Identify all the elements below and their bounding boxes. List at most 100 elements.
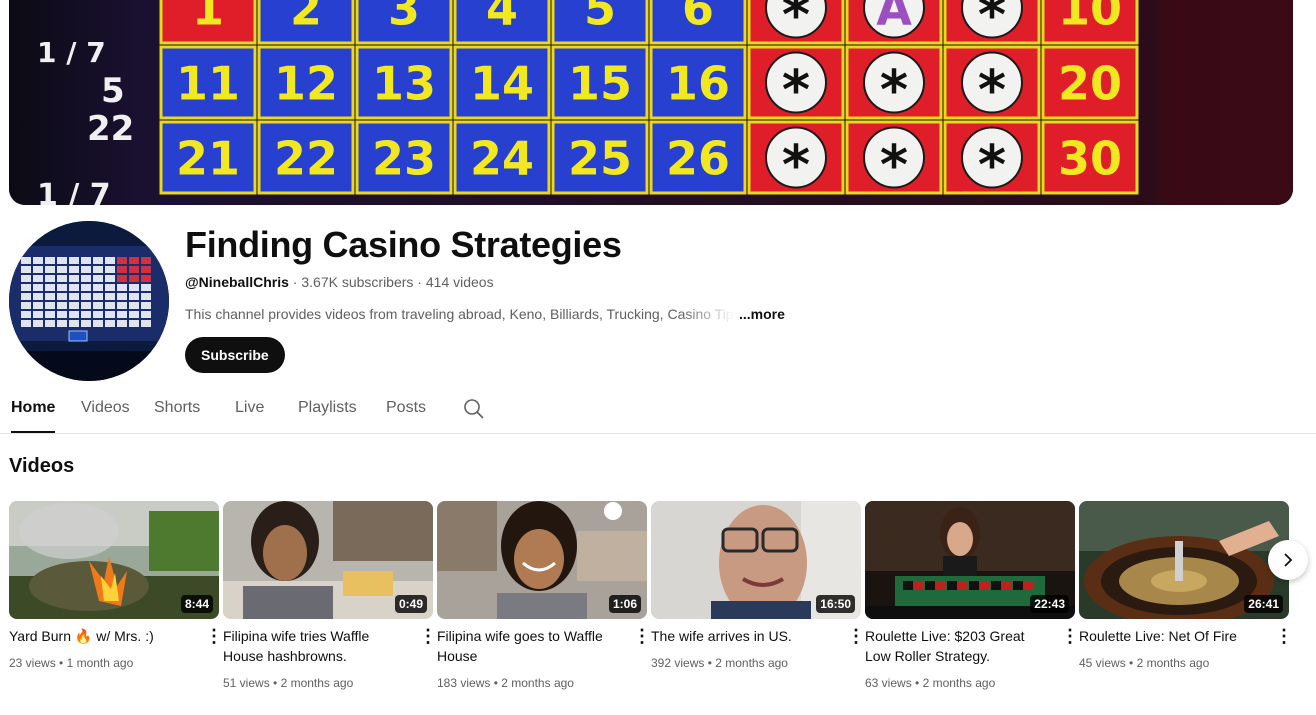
avatar-keno-cell xyxy=(117,257,127,264)
keno-number: 15 xyxy=(568,57,632,111)
avatar-keno-cell xyxy=(21,275,31,282)
tab-playlists[interactable]: Playlists xyxy=(298,384,357,432)
video-thumbnail[interactable]: 22:43 xyxy=(865,501,1075,619)
tab-videos[interactable]: Videos xyxy=(81,384,130,432)
keno-number: 1 xyxy=(192,0,224,36)
keno-number: 14 xyxy=(470,57,534,111)
avatar-keno-cell xyxy=(57,275,67,282)
more-vert-icon[interactable]: ⋮ xyxy=(205,625,223,647)
avatar-keno-cell xyxy=(69,320,79,327)
search-icon[interactable] xyxy=(462,397,486,421)
keno-number: * xyxy=(782,59,810,122)
video-title[interactable]: Roulette Live: Net Of Fire xyxy=(1079,626,1259,646)
channel-avatar[interactable] xyxy=(9,221,169,381)
upload-age: 2 months ago xyxy=(501,676,574,690)
roulette-cell xyxy=(958,581,968,590)
video-title[interactable]: The wife arrives in US. xyxy=(651,626,831,646)
more-vert-icon[interactable]: ⋮ xyxy=(633,625,651,647)
video-thumbnail[interactable]: 1:06 xyxy=(437,501,647,619)
avatar-keno-cell xyxy=(33,311,43,318)
keno-number: 10 xyxy=(1058,0,1122,36)
channel-handle[interactable]: @NineballChris xyxy=(185,274,289,290)
avatar-keno-cell xyxy=(141,302,151,309)
avatar-keno-cell xyxy=(57,284,67,291)
video-card[interactable]: 16:50 The wife arrives in US. ⋮ 392 view… xyxy=(651,501,865,670)
keno-number: 30 xyxy=(1058,132,1122,186)
video-duration: 1:06 xyxy=(608,595,641,613)
avatar-keno-cell xyxy=(141,293,151,300)
upload-age: 2 months ago xyxy=(922,676,996,690)
avatar-keno-cell xyxy=(129,311,139,318)
meta-dot: • xyxy=(55,656,67,670)
avatar-keno-cell xyxy=(141,311,151,318)
channel-tabs: Home Videos Shorts Live Playlists Posts xyxy=(0,384,1316,434)
video-card[interactable]: 0:49 Filipina wife tries Waffle House ha… xyxy=(223,501,437,690)
tab-shorts[interactable]: Shorts xyxy=(154,384,200,432)
subscriber-count: 3.67K subscribers xyxy=(301,274,414,290)
avatar-keno-cell xyxy=(69,284,79,291)
keno-number: * xyxy=(880,59,908,122)
avatar-keno-cell xyxy=(57,302,67,309)
avatar-keno-cell xyxy=(57,293,67,300)
meta-separator: · xyxy=(288,274,302,290)
chevron-right-icon xyxy=(1284,553,1293,567)
video-thumbnail[interactable]: 0:49 xyxy=(223,501,433,619)
avatar-keno-cell xyxy=(117,293,127,300)
more-link[interactable]: ...more xyxy=(739,306,785,322)
avatar-keno-cell xyxy=(33,275,43,282)
video-title[interactable]: Filipina wife tries Waffle House hashbro… xyxy=(223,626,403,666)
more-vert-icon[interactable]: ⋮ xyxy=(847,625,865,647)
video-thumbnail[interactable]: 16:50 xyxy=(651,501,861,619)
avatar-keno-cell xyxy=(129,320,139,327)
video-thumbnail[interactable]: 26:41 xyxy=(1079,501,1289,619)
avatar-keno-cell xyxy=(45,257,55,264)
banner-side-number: 1 / 7 xyxy=(37,178,111,205)
video-card[interactable]: 1:06 Filipina wife goes to Waffle House … xyxy=(437,501,651,690)
video-card[interactable]: 8:44 Yard Burn 🔥 w/ Mrs. :) ⋮ 23 views •… xyxy=(9,501,223,670)
subscribe-button[interactable]: Subscribe xyxy=(185,337,285,373)
avatar-keno-cell xyxy=(33,266,43,273)
avatar-keno-cell xyxy=(45,302,55,309)
keno-number: 6 xyxy=(682,0,714,36)
avatar-keno-cell xyxy=(117,320,127,327)
channel-description[interactable]: This channel provides videos from travel… xyxy=(185,306,785,322)
avatar-keno-cell xyxy=(33,320,43,327)
video-card[interactable]: 22:43 Roulette Live: $203 Great Low Roll… xyxy=(865,501,1079,690)
keno-number: 23 xyxy=(372,132,436,186)
roulette-cell xyxy=(969,581,979,590)
banner-side-number: 5 xyxy=(101,71,125,111)
video-meta: 51 views • 2 months ago xyxy=(223,676,353,690)
video-title[interactable]: Roulette Live: $203 Great Low Roller Str… xyxy=(865,626,1045,666)
avatar-keno-cell xyxy=(21,293,31,300)
roulette-cell xyxy=(991,581,1001,590)
keno-number: 5 xyxy=(584,0,616,36)
avatar-keno-cell xyxy=(81,302,91,309)
banner-side-number: 1 / 7 xyxy=(37,36,106,69)
avatar-keno-cell xyxy=(117,302,127,309)
video-card[interactable]: 26:41 Roulette Live: Net Of Fire ⋮ 45 vi… xyxy=(1079,501,1293,670)
roulette-cell xyxy=(936,581,946,590)
video-title[interactable]: Yard Burn 🔥 w/ Mrs. :) xyxy=(9,626,189,646)
keno-number: 16 xyxy=(666,57,730,111)
carousel-next-button[interactable] xyxy=(1268,540,1308,580)
tab-live[interactable]: Live xyxy=(235,384,264,432)
avatar-keno-cell xyxy=(105,320,115,327)
avatar-keno-cell xyxy=(81,320,91,327)
view-count: 183 views xyxy=(437,676,491,690)
avatar-keno-cell xyxy=(81,311,91,318)
more-vert-icon[interactable]: ⋮ xyxy=(1275,625,1293,647)
avatar-keno-cell xyxy=(21,320,31,327)
more-vert-icon[interactable]: ⋮ xyxy=(1061,625,1079,647)
banner-side-number: 22 xyxy=(87,109,134,149)
avatar-keno-cell xyxy=(105,302,115,309)
more-vert-icon[interactable]: ⋮ xyxy=(419,625,437,647)
video-thumbnail[interactable]: 8:44 xyxy=(9,501,219,619)
video-title[interactable]: Filipina wife goes to Waffle House xyxy=(437,626,617,666)
tab-posts[interactable]: Posts xyxy=(386,384,426,432)
channel-meta: @NineballChris · 3.67K subscribers · 414… xyxy=(185,274,494,290)
roulette-cell xyxy=(1002,581,1012,590)
keno-board-banner-image: 1 / 75221 / 7 1 2 3 4 5 6 * A * 1011 12 13 14 15 16 * * *… xyxy=(9,0,1293,205)
keno-avatar-image xyxy=(9,221,169,381)
tab-home[interactable]: Home xyxy=(11,384,56,433)
keno-number: 3 xyxy=(388,0,420,36)
